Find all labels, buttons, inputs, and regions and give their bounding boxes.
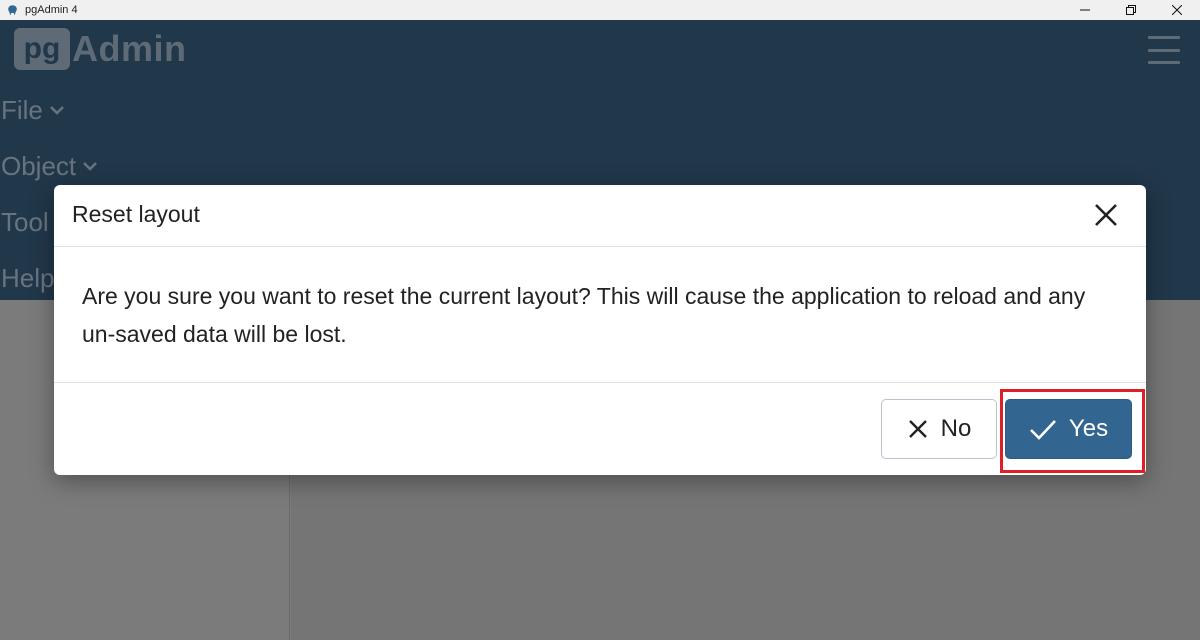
no-button[interactable]: No bbox=[881, 399, 997, 459]
restore-icon[interactable] bbox=[1108, 0, 1154, 20]
check-icon bbox=[1029, 418, 1057, 440]
yes-button-label: Yes bbox=[1068, 415, 1109, 442]
dialog-message: Are you sure you want to reset the curre… bbox=[82, 283, 1086, 347]
dialog-body: Are you sure you want to reset the curre… bbox=[54, 247, 1146, 383]
close-icon bbox=[907, 418, 929, 440]
window-titlebar: pgAdmin 4 bbox=[0, 0, 1200, 20]
reset-layout-dialog: Reset layout Are you sure you want to re… bbox=[54, 185, 1146, 475]
dialog-footer: No Yes bbox=[54, 383, 1146, 475]
yes-button[interactable]: Yes bbox=[1005, 399, 1132, 459]
dialog-header: Reset layout bbox=[54, 185, 1146, 247]
dialog-title: Reset layout bbox=[72, 201, 200, 227]
window-controls bbox=[1062, 0, 1200, 20]
close-icon[interactable] bbox=[1092, 201, 1120, 229]
window-title: pgAdmin 4 bbox=[25, 4, 78, 16]
close-icon[interactable] bbox=[1154, 0, 1200, 20]
elephant-icon bbox=[5, 3, 19, 17]
no-button-label: No bbox=[940, 415, 972, 442]
minimize-icon[interactable] bbox=[1062, 0, 1108, 20]
